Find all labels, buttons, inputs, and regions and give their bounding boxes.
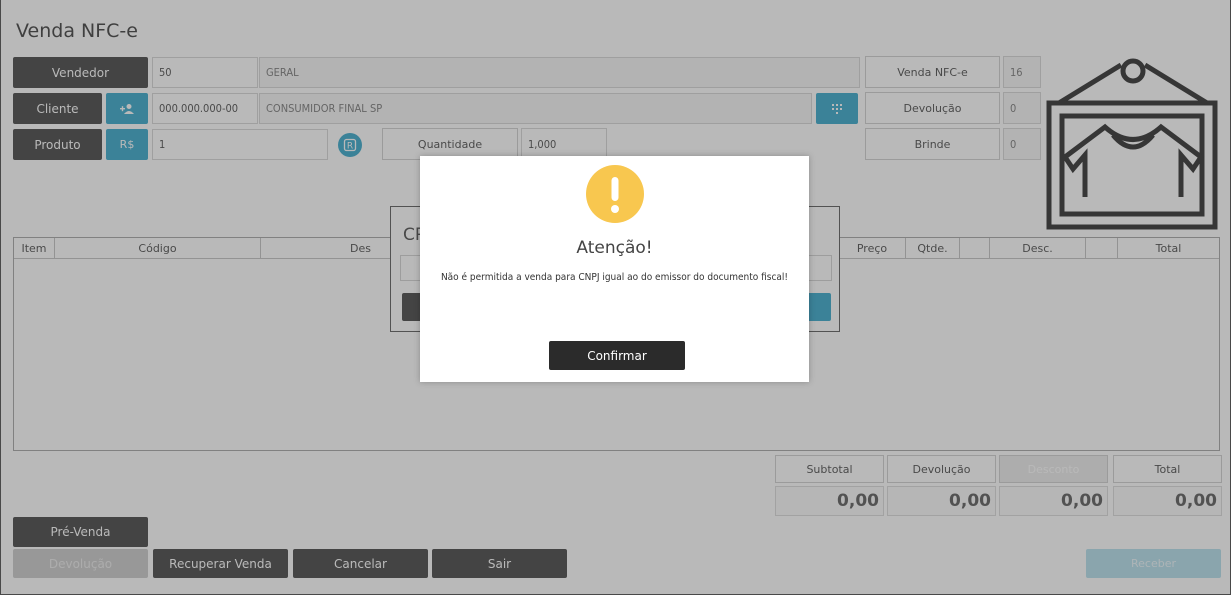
confirm-button[interactable]: Confirmar [549,341,685,370]
alert-title: Atenção! [576,238,653,258]
warning-icon [586,165,644,223]
alert-message: Não é permitida a venda para CNPJ igual … [440,272,789,283]
alert-modal: Atenção! Não é permitida a venda para CN… [420,156,809,382]
